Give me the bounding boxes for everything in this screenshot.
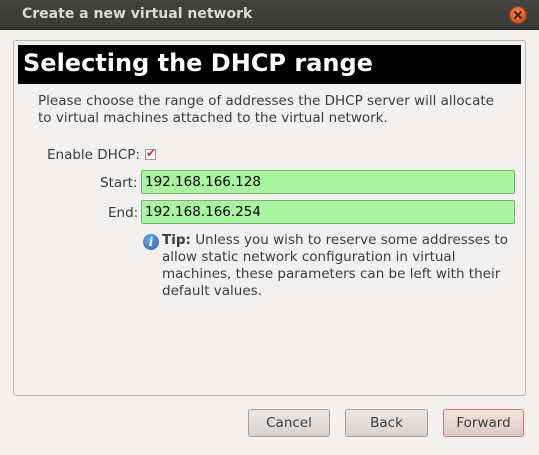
back-button[interactable]: Back	[345, 409, 428, 437]
page-header: Selecting the DHCP range	[18, 45, 521, 84]
title-bar: Create a new virtual network	[0, 0, 539, 30]
info-icon: i	[143, 234, 159, 250]
wizard-page-frame: Selecting the DHCP range Please choose t…	[13, 40, 526, 396]
end-address-field[interactable]	[141, 200, 515, 224]
enable-dhcp-checkbox[interactable]	[145, 146, 156, 160]
tip-label: Tip:	[162, 232, 191, 248]
start-label: Start:	[100, 175, 138, 191]
cancel-button[interactable]: Cancel	[248, 409, 330, 437]
page-title: Selecting the DHCP range	[23, 49, 373, 77]
tip-body: Unless you wish to reserve some addresse…	[162, 232, 508, 299]
end-label: End:	[108, 205, 139, 221]
close-icon[interactable]	[509, 6, 527, 24]
page-description: Please choose the range of addresses the…	[38, 93, 494, 126]
forward-button[interactable]: Forward	[443, 409, 524, 437]
start-address-field[interactable]	[141, 170, 515, 194]
enable-dhcp-label: Enable DHCP:	[47, 147, 140, 163]
tip-text: Tip: Unless you wish to reserve some add…	[162, 232, 522, 300]
window-title: Create a new virtual network	[22, 6, 253, 22]
